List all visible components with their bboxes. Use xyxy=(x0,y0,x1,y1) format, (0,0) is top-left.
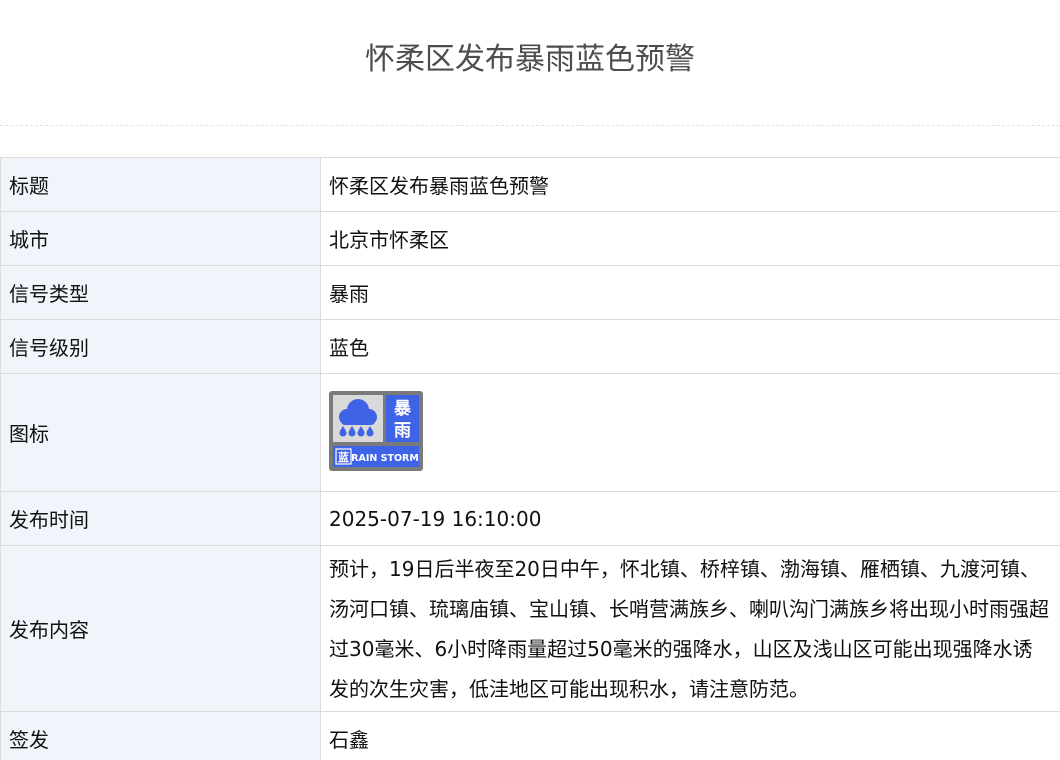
rainstorm-blue-warning-icon: 暴 雨 蓝 RAIN STORM xyxy=(329,391,423,476)
row-value: 暴雨 xyxy=(320,265,1060,320)
row-value: 2025-07-19 16:10:00 xyxy=(320,491,1060,546)
row-value: 蓝色 xyxy=(320,319,1060,374)
row-label: 城市 xyxy=(0,211,321,266)
table-row-title: 标题 怀柔区发布暴雨蓝色预警 xyxy=(0,157,1060,212)
table-row-city: 城市 北京市怀柔区 xyxy=(0,211,1060,266)
row-label: 发布内容 xyxy=(0,545,321,712)
table-row-publish-time: 发布时间 2025-07-19 16:10:00 xyxy=(0,491,1060,546)
row-value: 石鑫 xyxy=(320,711,1060,760)
icon-level-char: 蓝 xyxy=(338,450,349,464)
icon-caption: RAIN STORM xyxy=(351,453,419,464)
row-label: 发布时间 xyxy=(0,491,321,546)
warning-info-table: 标题 怀柔区发布暴雨蓝色预警 城市 北京市怀柔区 信号类型 暴雨 信号级别 蓝色… xyxy=(0,157,1060,760)
table-row-signal-type: 信号类型 暴雨 xyxy=(0,265,1060,320)
row-label: 签发 xyxy=(0,711,321,760)
row-label: 标题 xyxy=(0,157,321,212)
row-label: 图标 xyxy=(0,373,321,492)
row-label: 信号级别 xyxy=(0,319,321,374)
table-row-signal-level: 信号级别 蓝色 xyxy=(0,319,1060,374)
page-title: 怀柔区发布暴雨蓝色预警 xyxy=(365,42,695,77)
table-row-content: 发布内容 预计，19日后半夜至20日中午，怀北镇、桥梓镇、渤海镇、雁栖镇、九渡河… xyxy=(0,545,1060,712)
page-header: 怀柔区发布暴雨蓝色预警 xyxy=(0,0,1060,126)
icon-char-bottom: 雨 xyxy=(394,421,411,441)
row-value: 暴 雨 蓝 RAIN STORM xyxy=(320,373,1060,492)
icon-char-top: 暴 xyxy=(393,399,412,419)
table-row-icon: 图标 暴 雨 蓝 RAIN STORM xyxy=(0,373,1060,492)
row-label: 信号类型 xyxy=(0,265,321,320)
table-row-issuer: 签发 石鑫 xyxy=(0,711,1060,760)
row-value: 预计，19日后半夜至20日中午，怀北镇、桥梓镇、渤海镇、雁栖镇、九渡河镇、汤河口… xyxy=(320,545,1060,712)
row-value: 怀柔区发布暴雨蓝色预警 xyxy=(320,157,1060,212)
row-value: 北京市怀柔区 xyxy=(320,211,1060,266)
